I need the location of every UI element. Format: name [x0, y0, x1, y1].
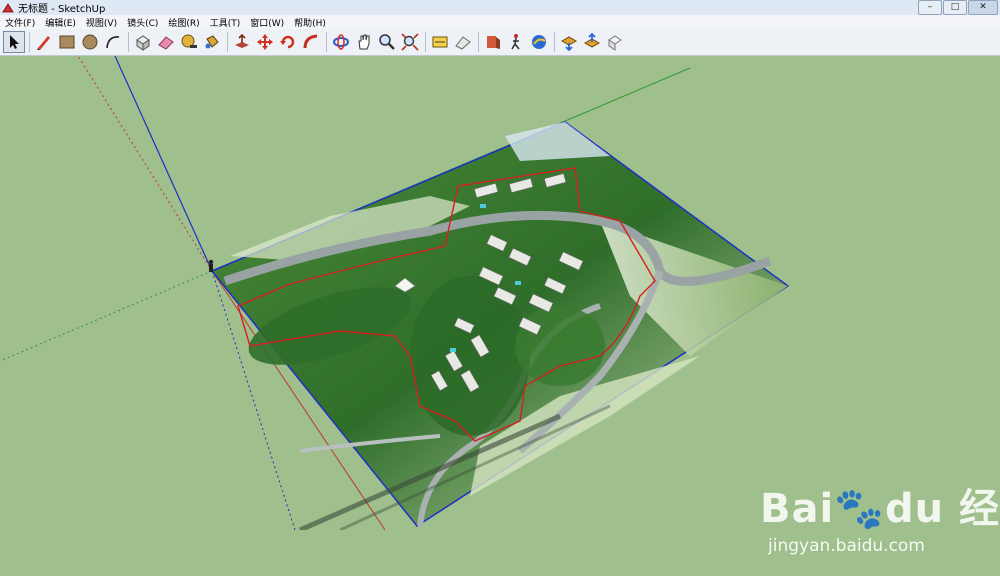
move-icon [257, 34, 273, 50]
circle-tool-button[interactable] [79, 31, 101, 53]
watermark-url: jingyan.baidu.com [768, 536, 925, 556]
baidu-logo: Bai🐾du 经验 [760, 486, 1000, 532]
main-toolbar [0, 29, 1000, 56]
menu-view[interactable]: 视图(V) [81, 16, 122, 29]
share-model-icon [583, 33, 601, 48]
menu-bar: 文件(F) 编辑(E) 视图(V) 镜头(C) 绘图(R) 工具(T) 窗口(W… [0, 15, 1000, 29]
orbit-icon [333, 34, 349, 50]
paint-bucket-button[interactable] [201, 31, 223, 53]
make-component-button[interactable] [132, 31, 154, 53]
walk-tool-button[interactable] [505, 31, 527, 53]
close-button[interactable]: ✕ [968, 0, 998, 15]
sketchup-app-icon [2, 2, 14, 12]
baidu-jingyan-watermark: Bai🐾du 经验 jingyan.baidu.com [760, 476, 1000, 576]
components-button[interactable] [604, 31, 626, 53]
toolbar-separator [478, 32, 479, 52]
section-plane-button[interactable] [482, 31, 504, 53]
pencil-line-icon [37, 36, 50, 50]
window-controls: – □ ✕ [918, 0, 998, 15]
line-tool-button[interactable] [33, 31, 55, 53]
zoom-tool-button[interactable] [376, 31, 398, 53]
person-figure[interactable] [208, 259, 214, 272]
pan-tool-button[interactable] [353, 31, 375, 53]
select-icon [10, 35, 19, 49]
toolbar-separator [326, 32, 327, 52]
tape-measure-button[interactable] [178, 31, 200, 53]
menu-tools[interactable]: 工具(T) [205, 16, 246, 29]
arc-icon [106, 36, 120, 49]
menu-help[interactable]: 帮助(H) [289, 16, 331, 29]
maximize-button[interactable]: □ [943, 0, 967, 15]
window-title: 无标题 - SketchUp [18, 4, 106, 15]
components-icon [608, 35, 622, 51]
push-pull-button[interactable] [231, 31, 253, 53]
zoom-extents-icon [401, 33, 419, 51]
scene-canvas [0, 55, 1000, 533]
title-bar: 无标题 - SketchUp – □ ✕ [0, 0, 1000, 16]
follow-me-button[interactable] [300, 31, 322, 53]
tape-measure-icon [181, 34, 197, 48]
toolbar-separator [227, 32, 228, 52]
circle-icon [82, 34, 98, 50]
modeling-viewport[interactable]: Bai🐾du 经验 jingyan.baidu.com [0, 55, 1000, 556]
dimension-tool-button[interactable] [429, 31, 451, 53]
menu-edit[interactable]: 编辑(E) [40, 16, 81, 29]
select-tool-button[interactable] [3, 31, 25, 53]
menu-window[interactable]: 窗口(W) [245, 16, 289, 29]
make-component-icon [136, 35, 150, 51]
get-models-icon [560, 36, 578, 51]
rotate-icon [280, 35, 295, 49]
follow-me-icon [303, 34, 318, 49]
eraser-icon [158, 36, 174, 50]
toolbar-separator [29, 32, 30, 52]
orbit-tool-button[interactable] [330, 31, 352, 53]
menu-camera[interactable]: 镜头(C) [122, 16, 163, 29]
dimension-icon [432, 36, 448, 48]
rectangle-tool-button[interactable] [56, 31, 78, 53]
toolbar-separator [425, 32, 426, 52]
get-models-button[interactable] [558, 31, 580, 53]
menu-file[interactable]: 文件(F) [0, 16, 40, 29]
position-camera-icon [532, 35, 546, 49]
toolbar-separator [554, 32, 555, 52]
push-pull-icon [235, 33, 249, 48]
zoom-icon [379, 34, 395, 50]
arc-tool-button[interactable] [102, 31, 124, 53]
protractor-tool-button[interactable] [452, 31, 474, 53]
eraser-tool-button[interactable] [155, 31, 177, 53]
zoom-extents-button[interactable] [399, 31, 421, 53]
rectangle-icon [59, 35, 75, 49]
toolbar-separator [128, 32, 129, 52]
section-plane-icon [487, 36, 500, 49]
minimize-button[interactable]: – [918, 0, 942, 15]
protractor-icon [455, 36, 471, 50]
pan-icon [358, 34, 370, 50]
menu-draw[interactable]: 绘图(R) [163, 16, 204, 29]
paint-bucket-icon [205, 35, 219, 49]
rotate-tool-button[interactable] [277, 31, 299, 53]
move-tool-button[interactable] [254, 31, 276, 53]
share-model-button[interactable] [581, 31, 603, 53]
position-camera-button[interactable] [528, 31, 550, 53]
walk-icon [511, 34, 520, 50]
